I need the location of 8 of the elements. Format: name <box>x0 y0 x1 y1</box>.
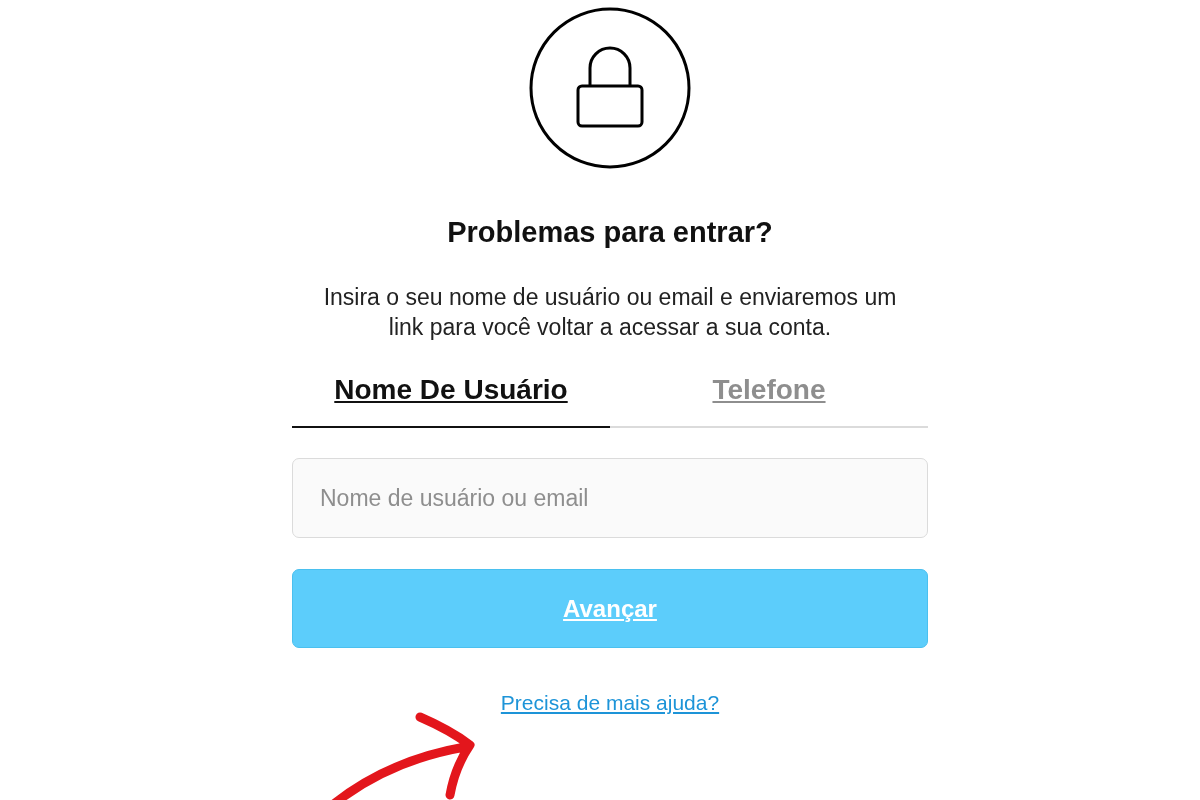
page-title: Problemas para entrar? <box>447 216 773 249</box>
tab[interactable]: Telefone <box>610 358 928 428</box>
username-field[interactable]: Nome de usuário ou email <box>292 458 928 538</box>
description-text: Insira o seu nome de usuário ou email e enviaremos um link para você voltar a acessar a sua conta. <box>322 283 898 342</box>
lock-icon <box>528 6 692 170</box>
help-link[interactable]: Precisa de mais ajuda? <box>500 691 720 715</box>
tab[interactable]: Nome De Usuário <box>292 358 610 428</box>
next-button[interactable]: Avançar <box>292 569 928 648</box>
